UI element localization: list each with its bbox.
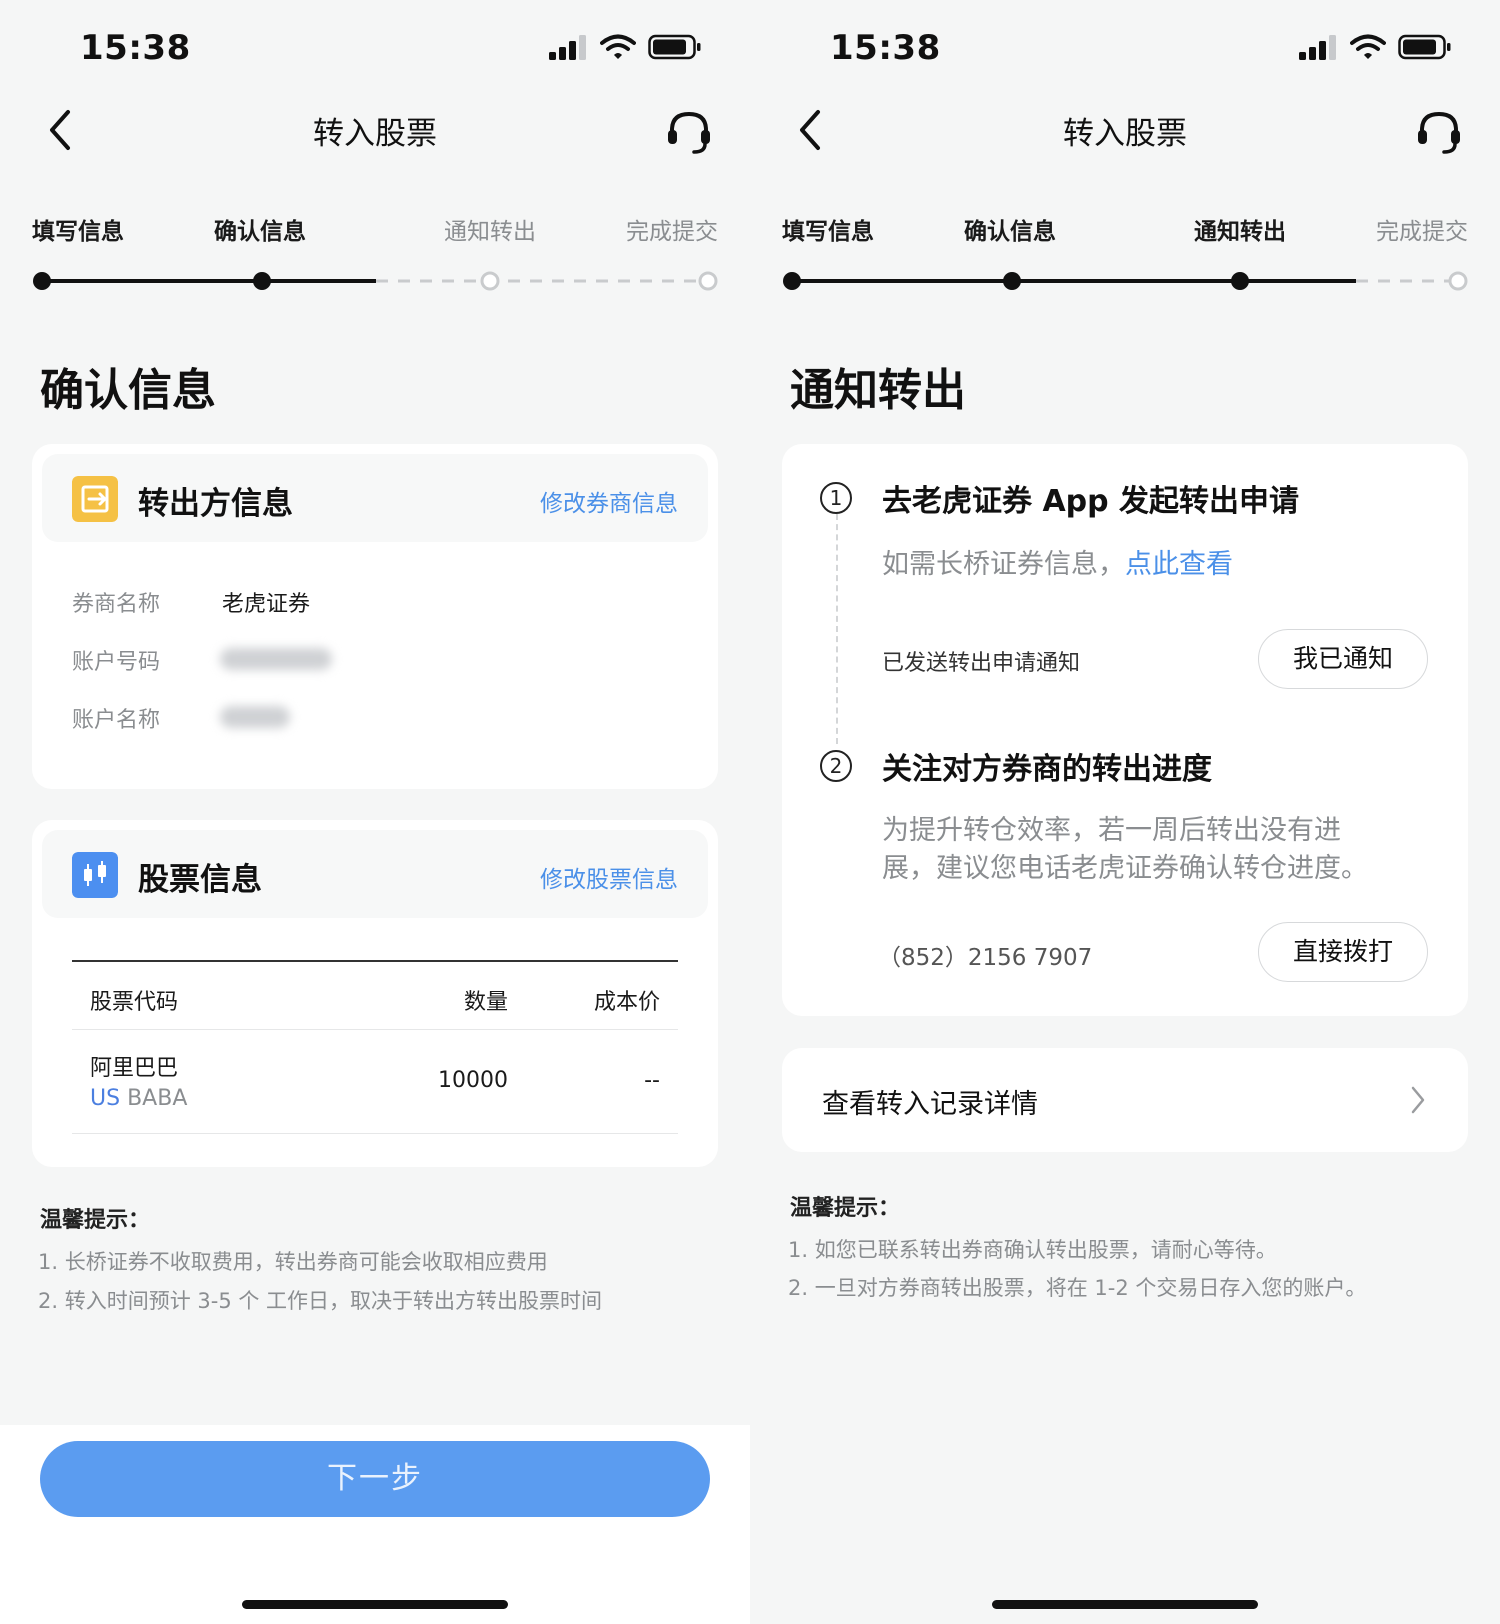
- tips-title: 温馨提示：: [790, 1196, 901, 1221]
- step-connector-line: [836, 514, 838, 744]
- wifi-icon: [600, 34, 636, 59]
- home-indicator: [992, 1600, 1258, 1609]
- candlestick-icon: [72, 852, 118, 898]
- account-name-redacted: [220, 706, 290, 728]
- step-dot-2: [253, 272, 271, 290]
- step2-desc-line-1: 为提升转仓效率，若一周后转出没有进: [882, 815, 1341, 846]
- step-label-notify-transfer: 通知转出: [1194, 219, 1286, 245]
- status-time: 15:38: [830, 28, 941, 68]
- account-number-row: 账户号码: [72, 644, 332, 676]
- customer-service-headset-icon[interactable]: [1414, 106, 1464, 156]
- cellular-signal-icon: [549, 35, 586, 60]
- step-dot-3: [1231, 272, 1249, 290]
- transfer-out-card-title: 转出方信息: [138, 486, 293, 522]
- battery-icon: [1398, 34, 1451, 60]
- account-number-label: 账户号码: [72, 650, 161, 675]
- step-label-complete-submit: 完成提交: [1376, 219, 1468, 245]
- transfer-out-card: 转出方信息 修改券商信息 券商名称 老虎证券 账户号码 账户名称: [32, 444, 718, 789]
- step-label-confirm-info: 确认信息: [964, 219, 1056, 245]
- step-dot-4: [698, 271, 718, 291]
- broker-name-value: 老虎证券: [222, 592, 311, 617]
- step1-title: 去老虎证券 App 发起转出申请: [882, 484, 1300, 519]
- stock-info-card-title: 股票信息: [138, 862, 262, 898]
- progress-stepper: 填写信息 确认信息 通知转出 完成提交: [750, 212, 1500, 292]
- next-step-button[interactable]: 下一步: [40, 1441, 710, 1517]
- step-dot-1: [783, 272, 801, 290]
- status-icons: [1298, 34, 1452, 60]
- progress-stepper: 填写信息 确认信息 通知转出 完成提交: [0, 212, 750, 292]
- step1-desc-text: 如需长桥证券信息，: [882, 549, 1125, 580]
- broker-name-label: 券商名称: [72, 592, 161, 617]
- stock-quantity: 10000: [438, 1068, 508, 1093]
- exit-icon: [72, 476, 118, 522]
- status-icons: [548, 34, 702, 60]
- step-number-1: 1: [820, 482, 852, 514]
- status-time: 15:38: [80, 28, 191, 68]
- tip-line-2: 2. 转入时间预计 3-5 个 工作日，取决于转出方转出股票时间: [38, 1289, 603, 1313]
- step1-desc: 如需长桥证券信息，点此查看: [882, 546, 1233, 584]
- step-dot-2: [1003, 272, 1021, 290]
- tip-line-1: 1. 长桥证券不收取费用，转出券商可能会收取相应费用: [38, 1250, 548, 1274]
- col-stock-code: 股票代码: [90, 990, 179, 1015]
- tips-title: 温馨提示：: [40, 1208, 151, 1233]
- notified-button[interactable]: 我已通知: [1258, 629, 1428, 689]
- account-name-label: 账户名称: [72, 708, 161, 733]
- view-transfer-records-label: 查看转入记录详情: [822, 1089, 1038, 1120]
- stock-info-card: 股票信息 修改股票信息 股票代码 数量 成本价 阿里巴巴 US BABA 100…: [32, 820, 718, 1167]
- stock-ticker: US BABA: [90, 1086, 187, 1111]
- customer-service-headset-icon[interactable]: [664, 106, 714, 156]
- nav-title: 转入股票: [313, 116, 437, 152]
- stock-info-card-header: 股票信息 修改股票信息: [42, 830, 708, 918]
- broker-name-row: 券商名称 老虎证券: [72, 586, 310, 618]
- col-cost-price: 成本价: [593, 990, 660, 1015]
- notify-transfer-screen: 15:38 转入股票 填写信息 确认信息 通知转出 完成提交 通知转出 1 去老…: [750, 0, 1500, 1624]
- stock-cost: --: [644, 1068, 660, 1093]
- view-transfer-records-row[interactable]: 查看转入记录详情: [782, 1048, 1468, 1152]
- nav-title: 转入股票: [1063, 116, 1187, 152]
- step-label-notify-transfer: 通知转出: [444, 219, 536, 245]
- step-label-fill-info: 填写信息: [782, 219, 874, 245]
- stock-table: 股票代码 数量 成本价 阿里巴巴 US BABA 10000 --: [72, 960, 678, 1134]
- edit-broker-info-link[interactable]: 修改券商信息: [540, 484, 678, 518]
- stepper-track: [783, 271, 1468, 291]
- stock-name: 阿里巴巴: [90, 1056, 179, 1081]
- step-dot-3: [480, 271, 500, 291]
- wifi-icon: [1350, 34, 1386, 59]
- bottom-action-bar: 下一步: [0, 1425, 750, 1624]
- step-dot-1: [33, 272, 51, 290]
- stock-table-header: 股票代码 数量 成本价: [72, 962, 678, 1030]
- account-name-row: 账户名称: [72, 702, 290, 734]
- call-directly-button[interactable]: 直接拨打: [1258, 922, 1428, 982]
- edit-stock-info-link[interactable]: 修改股票信息: [540, 860, 678, 894]
- tip-line-1: 1. 如您已联系转出券商确认转出股票，请耐心等待。: [788, 1238, 1277, 1262]
- table-row: 阿里巴巴 US BABA 10000 --: [72, 1030, 678, 1134]
- step1-sub: 已发送转出申请通知: [882, 651, 1081, 676]
- account-number-redacted: [220, 648, 332, 670]
- step2-title: 关注对方券商的转出进度: [882, 752, 1212, 787]
- section-title: 确认信息: [40, 365, 216, 416]
- step-label-complete-submit: 完成提交: [626, 219, 718, 245]
- notify-steps-card: 1 去老虎证券 App 发起转出申请 如需长桥证券信息，点此查看 已发送转出申请…: [782, 444, 1468, 1016]
- stepper-track: [33, 271, 718, 291]
- confirm-info-screen: 15:38 转入股票 填写信息 确认信息 通知转出 完成提交 确认信息 转出方信…: [0, 0, 750, 1624]
- broker-phone-number: （852）2156 7907: [878, 945, 1093, 971]
- section-title: 通知转出: [790, 365, 966, 416]
- stock-symbol: BABA: [127, 1086, 188, 1111]
- step-number-2: 2: [820, 750, 852, 782]
- step2-desc-line-2: 展，建议您电话老虎证券确认转仓进度。: [882, 853, 1368, 884]
- step-label-fill-info: 填写信息: [32, 219, 124, 245]
- cellular-signal-icon: [1299, 35, 1336, 60]
- transfer-out-card-header: 转出方信息 修改券商信息: [42, 454, 708, 542]
- col-quantity: 数量: [463, 990, 508, 1015]
- view-longbridge-info-link[interactable]: 点此查看: [1125, 549, 1233, 580]
- home-indicator: [242, 1600, 508, 1609]
- step-label-confirm-info: 确认信息: [214, 219, 306, 245]
- stock-market: US: [90, 1086, 121, 1111]
- step-dot-4: [1448, 271, 1468, 291]
- chevron-right-icon: [1411, 1086, 1425, 1114]
- tip-line-2: 2. 一旦对方券商转出股票，将在 1-2 个交易日存入您的账户。: [788, 1276, 1367, 1300]
- battery-icon: [648, 34, 701, 60]
